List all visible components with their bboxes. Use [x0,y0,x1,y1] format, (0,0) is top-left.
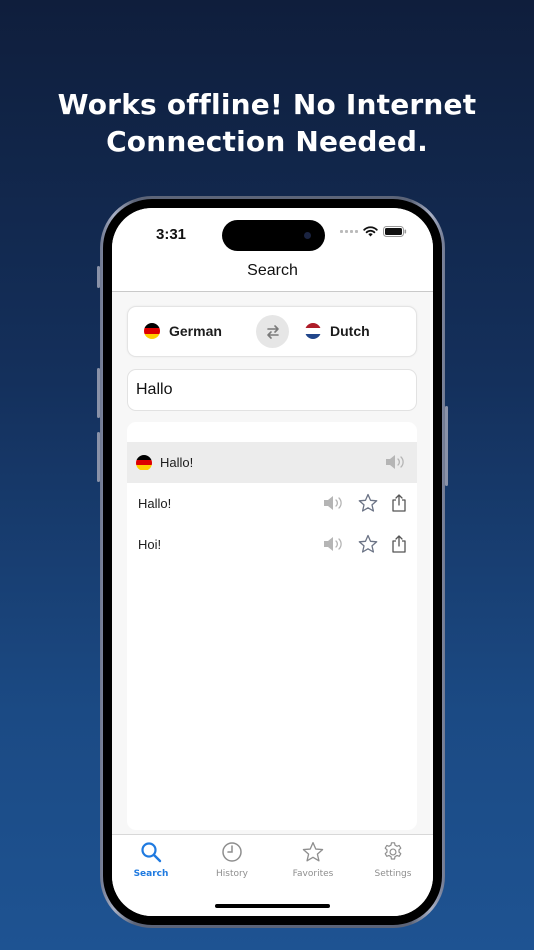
speak-source-button[interactable] [385,454,407,470]
share-icon [392,535,406,553]
swap-languages-button[interactable] [256,315,289,348]
source-word: Hallo! [160,455,194,470]
target-language-label: Dutch [330,323,370,339]
promo-headline: Works offline! No Internet Connection Ne… [0,86,534,160]
target-language-button[interactable]: Dutch [305,323,370,339]
source-language-button[interactable]: German [144,323,222,339]
translation-row[interactable]: Hallo! [127,483,417,524]
source-word-row[interactable]: Hallo! [127,442,417,483]
share-icon [392,494,406,512]
germany-flag-icon [144,323,160,339]
germany-flag-icon [136,454,152,471]
speak-button[interactable] [323,536,345,552]
favorite-button[interactable] [358,534,378,554]
translation-row[interactable]: Hoi! [127,524,417,565]
volume-down-button [97,432,100,482]
clock-icon [222,842,242,862]
speaker-icon [386,455,404,469]
share-button[interactable] [391,494,407,512]
tab-label: Favorites [292,869,334,879]
wifi-icon [363,226,378,237]
speaker-icon [324,496,342,510]
translation-word: Hoi! [138,537,162,552]
phone-frame: 3:31 Search German Dutch Hallo Hallo! Ha… [97,196,448,928]
tab-label: History [215,869,249,879]
app-screen: 3:31 Search German Dutch Hallo Hallo! Ha… [112,208,433,916]
source-language-label: German [169,323,222,339]
headline-line-1: Works offline! No Internet [57,88,477,121]
headline-line-2: Connection Needed. [106,125,428,158]
tab-bar: Search History Favorites Settings [112,834,433,916]
star-icon [358,534,378,553]
language-selector: German Dutch [127,306,417,357]
power-button [445,406,448,486]
status-bar: 3:31 [112,208,433,256]
share-button[interactable] [391,535,407,553]
gear-icon [384,842,402,860]
volume-up-button [97,368,100,418]
tab-history[interactable]: History [197,841,267,879]
status-time: 3:31 [156,226,187,243]
speaker-icon [324,537,342,551]
navigation-bar: Search [112,256,433,292]
results-list: Hallo! Hallo! Hoi! [127,422,417,830]
page-title: Search [247,262,298,279]
search-icon [141,842,162,863]
tab-label: Search [133,869,169,879]
cellular-signal-icon [340,230,358,233]
status-icons [340,226,407,237]
action-button [97,266,100,288]
star-icon [358,493,378,512]
tab-favorites[interactable]: Favorites [278,841,348,879]
swap-arrows-icon [266,324,279,339]
search-input[interactable] [127,369,417,411]
star-icon [302,841,324,862]
translation-word: Hallo! [138,496,172,511]
tab-label: Settings [374,869,412,879]
home-indicator[interactable] [215,904,330,908]
dynamic-island [222,220,325,251]
camera-icon [304,232,311,239]
favorite-button[interactable] [358,493,378,513]
tab-settings[interactable]: Settings [358,841,428,879]
tab-search[interactable]: Search [116,841,186,879]
netherlands-flag-icon [305,323,321,339]
battery-icon [383,226,407,237]
speak-button[interactable] [323,495,345,511]
